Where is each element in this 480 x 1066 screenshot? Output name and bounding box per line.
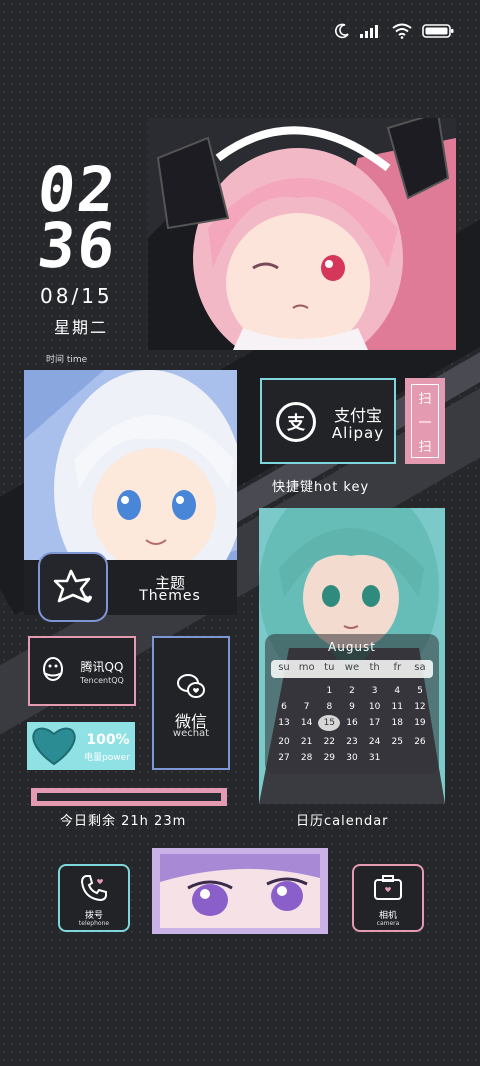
calendar-day-11[interactable]: 11 (386, 702, 408, 712)
themes-title-en: Themes (139, 588, 201, 604)
clock-label: 时间 time (46, 355, 88, 365)
calendar-day-20[interactable]: 20 (273, 737, 295, 747)
phone-icon (80, 875, 107, 902)
heart-icon (32, 727, 76, 766)
character-art-purple (152, 848, 328, 934)
calendar-weekday-th: th (369, 662, 380, 673)
day-remaining-text: 今日剩余 21h 23m (60, 814, 187, 829)
purple-eyes-illustration (160, 854, 320, 928)
signal-icon (360, 25, 378, 38)
calendar-day-5[interactable]: 5 (409, 686, 431, 696)
calendar-weekday-fr: fr (393, 662, 402, 673)
calendar-day-8[interactable]: 8 (318, 702, 340, 712)
calendar-week-row: 6 7 8 9 10 11 12 (273, 702, 431, 712)
day-remaining-bar (31, 788, 227, 806)
calendar-day-23[interactable]: 23 (341, 737, 363, 747)
calendar-day-19[interactable]: 19 (409, 718, 431, 731)
themes-icon-button[interactable] (38, 552, 108, 622)
camera-button[interactable]: 相机 camera (352, 864, 424, 932)
alipay-icon: 支 (276, 402, 316, 442)
day-remaining-track (37, 793, 221, 801)
wifi-icon (392, 23, 412, 39)
qq-title-cn: 腾讯QQ (80, 660, 124, 674)
calendar-week-row: 13 14 15 16 17 18 19 (273, 715, 431, 731)
battery-icon (422, 24, 454, 38)
calendar-day-1[interactable]: 1 (318, 686, 340, 696)
calendar-weekday-sa: sa (414, 662, 426, 673)
calendar-day-13[interactable]: 13 (273, 718, 295, 731)
wechat-bubble-icon (177, 674, 205, 698)
calendar-day-22[interactable]: 22 (318, 737, 340, 747)
calendar-week-row: 27 28 29 30 31 (273, 753, 431, 763)
status-bar (334, 18, 454, 44)
calendar-day-15[interactable]: 15 (318, 715, 341, 731)
wechat-button[interactable]: 微信 wechat (152, 636, 230, 770)
battery-widget: 100% 电量power (27, 722, 135, 770)
calendar-day-10[interactable]: 10 (364, 702, 386, 712)
battery-percent: 100% (86, 732, 130, 748)
character-art-pink (148, 118, 456, 350)
qq-button[interactable]: 腾讯QQ TencentQQ (28, 636, 136, 706)
theme-star-icon (53, 569, 92, 603)
calendar-weekday-we: we (344, 662, 360, 673)
phone-button[interactable]: 拨号 telephone (58, 864, 130, 932)
calendar-day-21[interactable]: 21 (296, 737, 318, 747)
alipay-title-cn: 支付宝 (333, 406, 382, 425)
battery-label: 电量power (84, 753, 130, 763)
pink-hair-girl-illustration (148, 118, 456, 350)
calendar-week-row: 20 21 22 23 24 25 26 (273, 737, 431, 747)
day-remaining-fill (37, 793, 218, 801)
calendar-day-4[interactable]: 4 (386, 686, 408, 696)
camera-title-en: camera (376, 920, 400, 927)
calendar-weekday-tu: tu (324, 662, 335, 673)
calendar-day-12[interactable]: 12 (409, 702, 431, 712)
alipay-button[interactable]: 支 支付宝 Alipay (260, 378, 396, 464)
calendar-day-29[interactable]: 29 (318, 753, 340, 763)
calendar-day-14[interactable]: 14 (296, 718, 318, 731)
phone-title-en: telephone (78, 920, 110, 927)
calendar-day-27[interactable]: 27 (273, 753, 295, 763)
calendar-day-7[interactable]: 7 (296, 702, 318, 712)
clock-date: 08/15 (40, 284, 113, 308)
calendar-day-empty (409, 753, 431, 763)
calendar-day-empty (296, 686, 318, 696)
calendar-day-25[interactable]: 25 (386, 737, 408, 747)
clock-weekday: 星期二 (54, 318, 109, 337)
calendar-month: August (328, 640, 376, 654)
calendar-day-24[interactable]: 24 (364, 737, 386, 747)
calendar-day-empty (273, 686, 295, 696)
clock-minute: 36 (34, 209, 121, 282)
calendar-weekday-header: su mo tu we th fr sa (271, 660, 433, 678)
calendar-day-31[interactable]: 31 (364, 753, 386, 763)
calendar-day-empty (386, 753, 408, 763)
calendar-day-26[interactable]: 26 (409, 737, 431, 747)
qq-title-en: TencentQQ (80, 676, 124, 685)
calendar-day-6[interactable]: 6 (273, 702, 295, 712)
calendar-day-28[interactable]: 28 (296, 753, 318, 763)
scan-char-3: 扫 (418, 439, 432, 455)
calendar-day-9[interactable]: 9 (341, 702, 363, 712)
calendar-weekday-su: su (278, 662, 290, 673)
calendar-week-row: 12345 (273, 686, 431, 696)
calendar-weekday-mo: mo (298, 662, 315, 673)
calendar-widget[interactable]: August su mo tu we th fr sa 1 2 3 4 5 6 7 8 9 10 11 12 13 1… (259, 508, 445, 804)
moon-icon (335, 23, 349, 39)
calendar-day-2[interactable]: 2 (341, 686, 363, 696)
calendar-grid: 1 2 3 4 5 6 7 8 9 10 11 12 13 14 15 16 17 18 19 20 21 22 23 24 2… (273, 686, 431, 769)
scan-char-1: 扫 (418, 391, 432, 407)
hotkey-label: 快捷键hot key (272, 480, 370, 495)
calendar-day-30[interactable]: 30 (341, 753, 363, 763)
alipay-title-en: Alipay (331, 424, 385, 442)
calendar-day-3[interactable]: 3 (364, 686, 386, 696)
qq-penguin-icon (43, 657, 63, 681)
calendar-day-18[interactable]: 18 (386, 718, 408, 731)
calendar-label: 日历calendar (296, 814, 389, 829)
wechat-title-en: wechat (172, 728, 210, 739)
camera-icon (374, 875, 402, 900)
scan-button[interactable]: 扫 一 扫 (405, 378, 445, 464)
calendar-day-16[interactable]: 16 (341, 718, 363, 731)
calendar-day-17[interactable]: 17 (364, 718, 386, 731)
scan-char-2: 一 (418, 415, 432, 431)
